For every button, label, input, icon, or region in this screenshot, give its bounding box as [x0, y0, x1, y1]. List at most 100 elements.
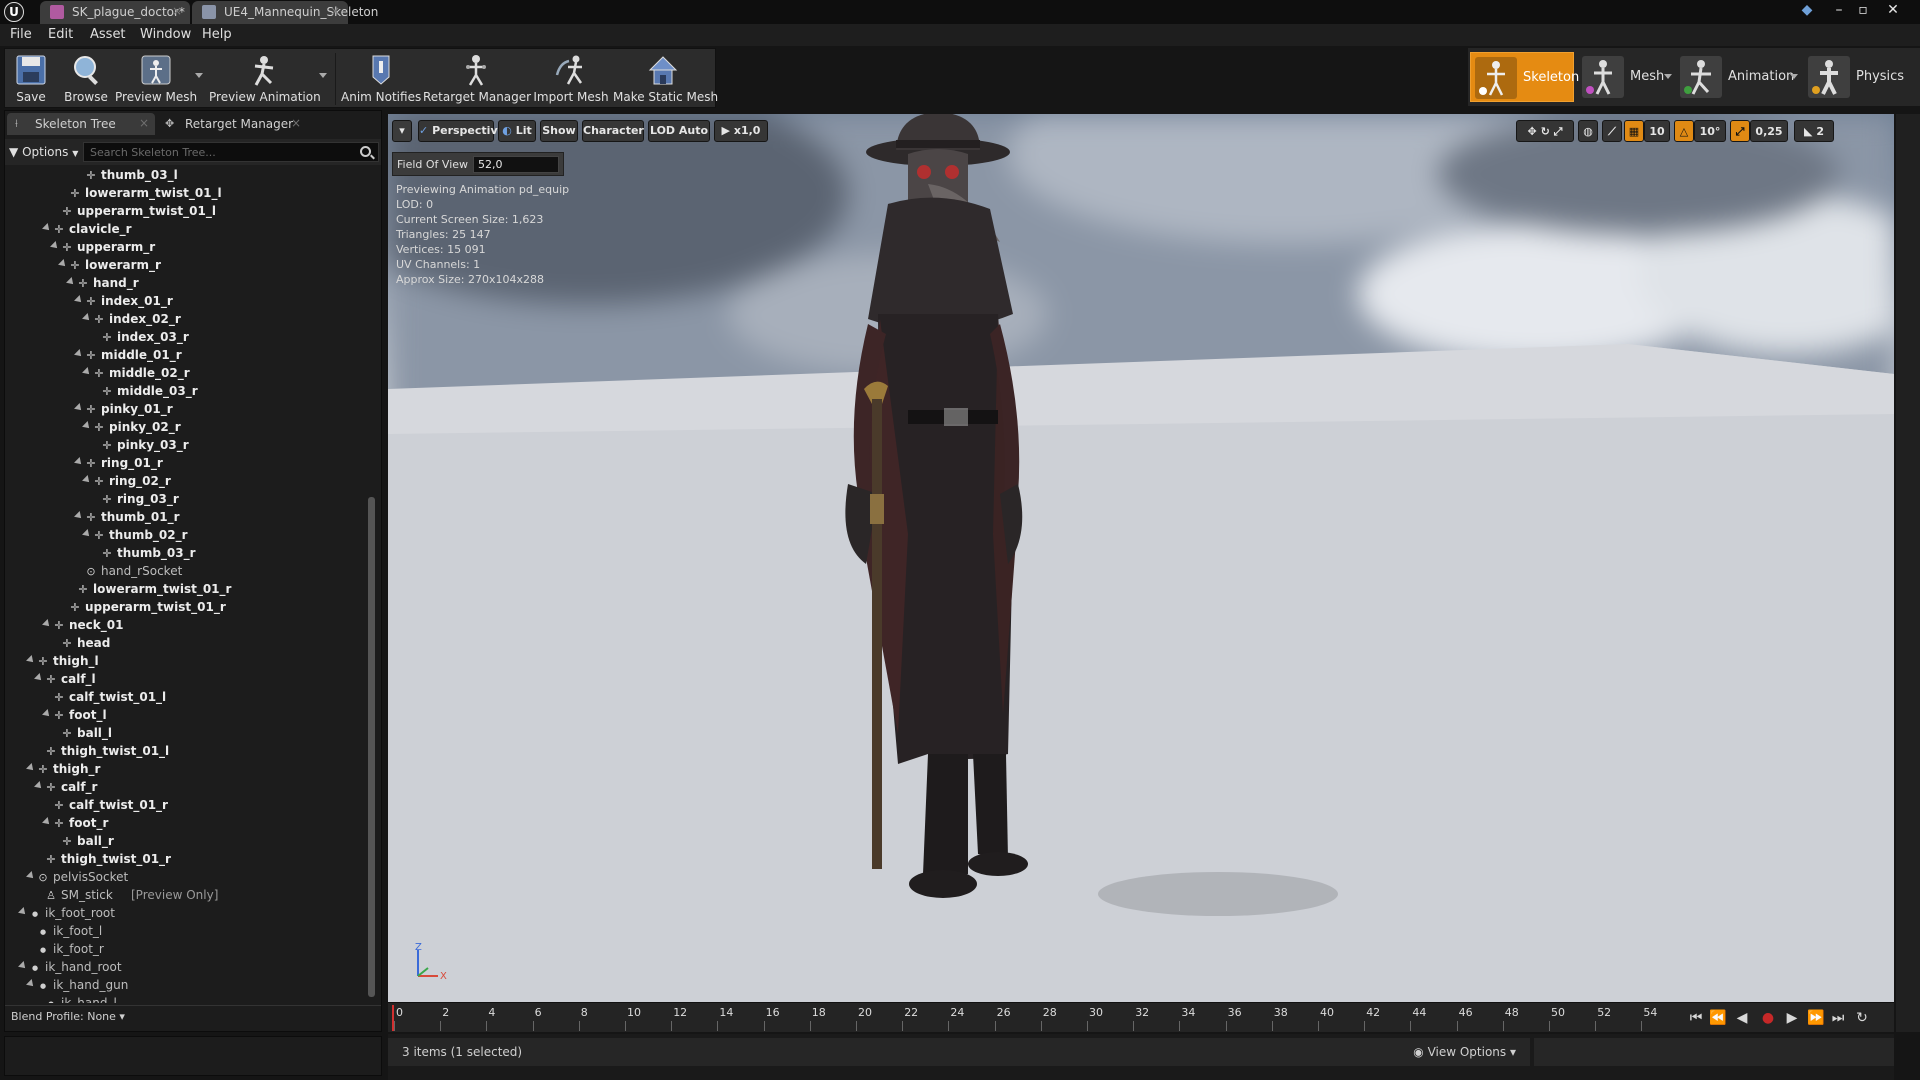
tab-skeleton-tree[interactable]: ⟊ Skeleton Tree ×	[7, 113, 155, 135]
preview-animation-button[interactable]: Preview Animation	[209, 49, 321, 109]
rotation-snap-value[interactable]: 10°	[1694, 120, 1726, 142]
grid-snap-value[interactable]: 10	[1644, 120, 1670, 142]
mode-physics[interactable]: Physics	[1804, 52, 1918, 102]
tab-retarget-manager[interactable]: ✥ Retarget Manager ×	[157, 113, 307, 135]
expander-arrow-icon[interactable]	[74, 295, 84, 305]
rotation-snap-icon[interactable]: △	[1674, 120, 1694, 142]
close-tab-icon[interactable]: ×	[291, 116, 301, 130]
mode-skeleton[interactable]: Skeleton	[1470, 52, 1579, 102]
expander-arrow-icon[interactable]	[26, 655, 36, 665]
scrollbar-thumb[interactable]	[368, 497, 375, 997]
viewport[interactable]: ▾ ✓ Perspective ◐ Lit Show Character LOD…	[388, 114, 1894, 1002]
expander-arrow-icon[interactable]	[82, 367, 92, 377]
timeline-tick	[671, 1021, 673, 1031]
viewport-options-button[interactable]: ▾	[392, 120, 412, 142]
close-tab-icon[interactable]: ×	[172, 4, 182, 18]
skip-to-start-icon[interactable]: ⏮	[1686, 1009, 1706, 1027]
options-dropdown[interactable]: ▼ Options ▼	[9, 142, 79, 162]
lit-button[interactable]: ◐ Lit	[498, 120, 536, 142]
lod-button[interactable]: LOD Auto	[648, 120, 710, 142]
chevron-down-icon[interactable]	[319, 73, 327, 78]
expander-arrow-icon[interactable]	[42, 817, 52, 827]
expander-arrow-icon[interactable]	[18, 907, 28, 917]
source-control-icon[interactable]: ◆	[1796, 2, 1818, 18]
expander-arrow-icon[interactable]	[66, 277, 76, 287]
record-icon[interactable]: ●	[1758, 1009, 1778, 1027]
bone-icon: ✛	[62, 835, 72, 848]
play-icon[interactable]: ▶	[1782, 1009, 1802, 1027]
chevron-down-icon[interactable]	[1664, 74, 1672, 79]
expander-arrow-icon[interactable]	[82, 313, 92, 323]
menu-edit[interactable]: Edit	[48, 27, 73, 42]
browse-button[interactable]: Browse	[57, 49, 115, 109]
playback-speed-button[interactable]: ▶ x1,0	[714, 120, 768, 142]
expander-arrow-icon[interactable]	[74, 511, 84, 521]
close-window-button[interactable]: ✕	[1882, 2, 1904, 18]
view-options-button[interactable]: ◉ View Options ▾	[1413, 1045, 1516, 1059]
mode-mesh[interactable]: Mesh	[1578, 52, 1674, 102]
preview-mesh-button[interactable]: Preview Mesh	[115, 49, 197, 109]
loop-icon[interactable]: ↻	[1852, 1009, 1872, 1027]
tab-ue4-mannequin-skeleton[interactable]: UE4_Mannequin_Skeleton ×	[192, 1, 378, 24]
expander-arrow-icon[interactable]	[42, 709, 52, 719]
expander-arrow-icon[interactable]	[42, 223, 52, 233]
chevron-down-icon[interactable]	[195, 73, 203, 78]
bone-icon: ✛	[62, 637, 72, 650]
skip-to-end-icon[interactable]: ⏭	[1828, 1009, 1848, 1027]
perspective-button[interactable]: ✓ Perspective	[418, 120, 505, 142]
menu-asset[interactable]: Asset	[90, 27, 126, 42]
surface-snap-icon[interactable]: ⟋	[1602, 120, 1622, 142]
import-mesh-button[interactable]: Import Mesh	[531, 49, 611, 109]
save-button[interactable]: Save	[7, 49, 55, 109]
blend-profile-dropdown[interactable]: Blend Profile: None ▾	[11, 1010, 125, 1023]
search-input[interactable]	[83, 142, 379, 162]
tree-scrollbar[interactable]	[367, 167, 377, 1003]
anim-notifies-button[interactable]: Anim Notifies	[341, 49, 421, 109]
step-forward-icon[interactable]: ⏩	[1806, 1009, 1826, 1027]
menu-file[interactable]: File	[10, 27, 32, 42]
menu-window[interactable]: Window	[140, 27, 191, 42]
expander-arrow-icon[interactable]	[34, 673, 44, 683]
search-icon[interactable]	[360, 146, 371, 157]
tab-sk-plague-doctor[interactable]: SK_plague_doctor* ×	[40, 1, 190, 24]
expander-arrow-icon[interactable]	[18, 961, 28, 971]
transform-tools[interactable]: ✥ ↻ ⤢	[1516, 120, 1574, 142]
make-static-mesh-button[interactable]: Make Static Mesh	[613, 49, 718, 109]
expander-arrow-icon[interactable]	[50, 241, 60, 251]
timeline-tick-label: 0	[396, 1006, 403, 1019]
expander-arrow-icon[interactable]	[26, 763, 36, 773]
expander-arrow-icon[interactable]	[74, 457, 84, 467]
chevron-down-icon[interactable]	[1790, 74, 1798, 79]
expander-arrow-icon[interactable]	[82, 529, 92, 539]
expander-arrow-icon[interactable]	[58, 259, 68, 269]
retarget-manager-button[interactable]: Retarget Manager	[423, 49, 531, 109]
expander-arrow-icon[interactable]	[74, 349, 84, 359]
virtual-bone-icon: ●	[39, 928, 47, 936]
expander-arrow-icon[interactable]	[26, 979, 36, 989]
world-space-icon[interactable]: ◍	[1578, 120, 1598, 142]
close-tab-icon[interactable]: ×	[139, 116, 149, 130]
step-back-icon[interactable]: ⏪	[1708, 1009, 1728, 1027]
expander-arrow-icon[interactable]	[74, 403, 84, 413]
minimize-button[interactable]: –	[1828, 2, 1850, 18]
scale-snap-icon[interactable]: ⤢	[1730, 120, 1750, 142]
close-tab-icon[interactable]: ×	[330, 4, 340, 18]
scale-snap-value[interactable]: 0,25	[1750, 120, 1788, 142]
timeline-ruler[interactable]: 0 2 4 6 8 10 12 14 16 18 20 22 24 26 28 30 32 34 36 38 40 42 4…	[388, 1003, 1658, 1033]
camera-speed-button[interactable]: ◣ 2	[1794, 120, 1834, 142]
fov-input[interactable]	[473, 156, 559, 173]
mode-animation[interactable]: Animation	[1676, 52, 1800, 102]
expander-arrow-icon[interactable]	[34, 781, 44, 791]
expander-arrow-icon[interactable]	[26, 871, 36, 881]
timeline[interactable]: 0 2 4 6 8 10 12 14 16 18 20 22 24 26 28 30 32 34 36 38 40 42 4…	[388, 1002, 1894, 1032]
character-button[interactable]: Character	[582, 120, 644, 142]
menu-help[interactable]: Help	[202, 27, 232, 42]
show-button[interactable]: Show	[540, 120, 578, 142]
expander-arrow-icon[interactable]	[82, 421, 92, 431]
grid-snap-icon[interactable]: ▦	[1624, 120, 1644, 142]
play-reverse-icon[interactable]: ◀	[1732, 1009, 1752, 1027]
maximize-button[interactable]: ▫	[1852, 2, 1874, 18]
playhead[interactable]	[392, 1005, 394, 1031]
expander-arrow-icon[interactable]	[42, 619, 52, 629]
expander-arrow-icon[interactable]	[82, 475, 92, 485]
